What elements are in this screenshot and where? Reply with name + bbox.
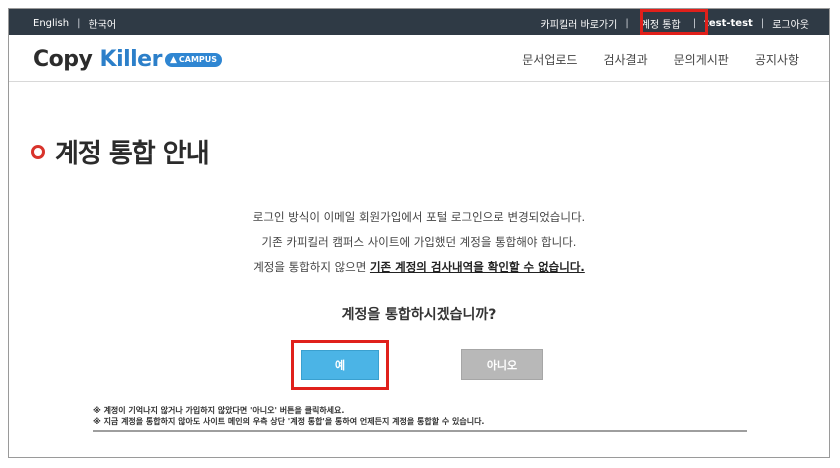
nav-upload[interactable]: 문서업로드 xyxy=(522,51,577,68)
yes-button[interactable]: 예 xyxy=(301,350,379,380)
merge-question: 계정을 통합하시겠습니까? xyxy=(341,307,497,323)
copykiller-shortcut-link[interactable]: 카피킬러 바로가기 xyxy=(541,16,618,31)
logo-text-copy: Copy xyxy=(33,47,100,72)
notes-divider xyxy=(93,430,747,432)
description-line-3-text: 계정을 통합하지 않으면 xyxy=(253,260,370,274)
campus-badge-label: CAMPUS xyxy=(178,55,218,64)
no-button[interactable]: 아니오 xyxy=(461,349,543,380)
notes-block: ※ 계정이 기억나지 않거나 가입하지 않았다면 '아니오' 버튼을 클릭하세요… xyxy=(93,405,484,427)
page-title-row: 계정 통합 안내 xyxy=(31,133,210,170)
separator: | xyxy=(760,18,765,29)
note-2: ※ 지금 계정을 통합하지 않아도 사이트 메인의 우측 상단 '계정 통합'을… xyxy=(93,417,485,426)
page-frame: English | 한국어 카피킬러 바로가기 | 계정 통합 | test-t… xyxy=(8,8,830,458)
lang-english-link[interactable]: English xyxy=(33,18,69,29)
graduation-cap-icon: ▲ xyxy=(169,54,177,65)
description-line-3-emphasis: 기존 계정의 검사내역을 확인할 수 없습니다. xyxy=(369,260,585,274)
separator: | xyxy=(625,18,629,29)
page-title: 계정 통합 안내 xyxy=(55,139,210,169)
nav-qna[interactable]: 문의게시판 xyxy=(674,51,729,68)
account-merge-highlight xyxy=(640,9,708,35)
title-bullet-icon xyxy=(31,144,45,159)
logout-link[interactable]: 로그아웃 xyxy=(772,16,809,31)
description-line-2: 기존 카피킬러 캠퍼스 사이트에 가입했던 계정을 통합해야 합니다. xyxy=(261,235,577,249)
nav-notice[interactable]: 공지사항 xyxy=(755,51,799,68)
description-line-3: 계정을 통합하지 않으면 기존 계정의 검사내역을 확인할 수 없습니다. xyxy=(9,259,829,275)
user-name-link[interactable]: test-test xyxy=(704,18,753,29)
lang-korean-link[interactable]: 한국어 xyxy=(88,16,116,31)
note-1: ※ 계정이 기억나지 않거나 가입하지 않았다면 '아니오' 버튼을 클릭하세요… xyxy=(93,406,345,415)
logo-text-killer: Killer xyxy=(99,47,163,72)
campus-badge: ▲ CAMPUS xyxy=(164,52,223,67)
description-line-1: 로그인 방식이 이메일 회원가입에서 포털 로그인으로 변경되었습니다. xyxy=(252,210,586,224)
nav-menu: 문서업로드 검사결과 문의게시판 공지사항 xyxy=(496,51,799,68)
separator: | xyxy=(77,18,81,29)
nav-results[interactable]: 검사결과 xyxy=(603,51,647,68)
main-navbar: Copy Killer ▲ CAMPUS 문서업로드 검사결과 문의게시판 공지… xyxy=(9,35,829,82)
copykiller-logo[interactable]: Copy Killer ▲ CAMPUS xyxy=(33,47,223,72)
